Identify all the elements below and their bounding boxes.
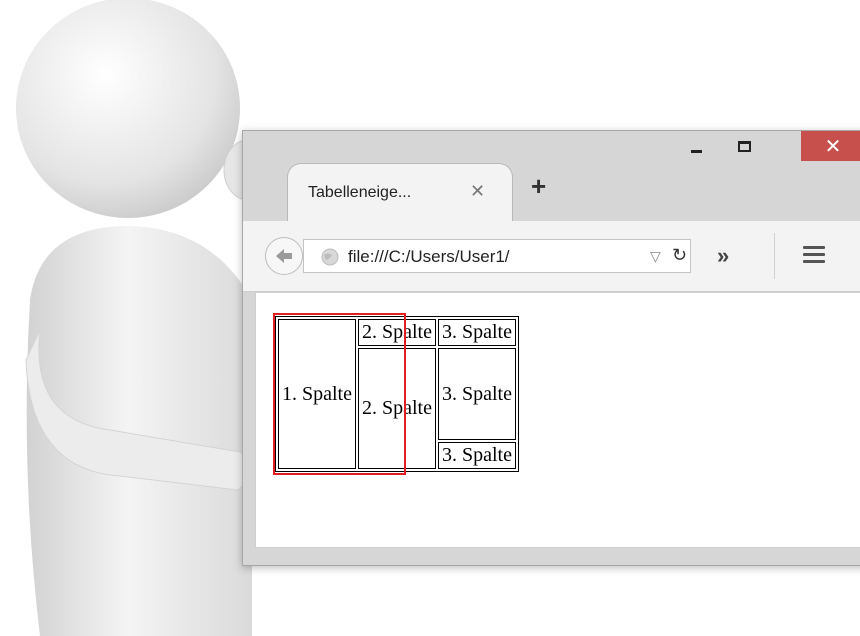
table-cell: 2. Spalte xyxy=(358,348,436,469)
navigation-toolbar: file:///C:/Users/User1/ ▽ ↻ » xyxy=(243,221,860,292)
table-cell: 3. Spalte xyxy=(438,442,516,469)
table-row: 1. Spalte 2. Spalte 3. Spalte xyxy=(278,319,516,469)
new-tab-button[interactable]: + xyxy=(531,173,546,199)
page-content: 1. Spalte 2. Spalte 3. Spalte 2. Spalte … xyxy=(255,292,860,548)
menu-icon[interactable] xyxy=(803,246,825,267)
toolbar-divider xyxy=(774,233,775,279)
browser-tab[interactable]: Tabelleneige... ✕ xyxy=(287,163,513,221)
close-window-button[interactable]: ✕ xyxy=(801,131,860,161)
table-cell: 1. Spalte xyxy=(278,319,356,469)
minimize-icon xyxy=(690,149,702,153)
minimize-button[interactable] xyxy=(673,131,719,161)
tab-title: Tabelleneige... xyxy=(308,184,412,201)
browser-window: ✕ Tabelleneige... ✕ + file:///C:/Users/U… xyxy=(242,130,860,566)
tab-close-icon[interactable]: ✕ xyxy=(470,181,485,202)
close-icon: ✕ xyxy=(824,135,842,158)
url-text: file:///C:/Users/User1/ xyxy=(348,247,510,266)
demo-table: 1. Spalte 2. Spalte 3. Spalte 2. Spalte … xyxy=(275,316,519,472)
back-button[interactable] xyxy=(265,237,303,275)
maximize-icon xyxy=(737,140,751,152)
table-cell: 3. Spalte xyxy=(438,319,516,346)
table-cell: 2. Spalte xyxy=(358,319,436,346)
overflow-chevron-icon[interactable]: » xyxy=(717,243,729,269)
globe-icon xyxy=(321,248,339,266)
dropdown-icon[interactable]: ▽ xyxy=(650,248,661,265)
back-arrow-icon xyxy=(276,249,292,263)
maximize-button[interactable] xyxy=(721,131,767,161)
reload-icon[interactable]: ↻ xyxy=(672,245,687,266)
table-cell: 3. Spalte xyxy=(438,348,516,440)
url-bar[interactable]: file:///C:/Users/User1/ ▽ ↻ xyxy=(303,239,691,273)
